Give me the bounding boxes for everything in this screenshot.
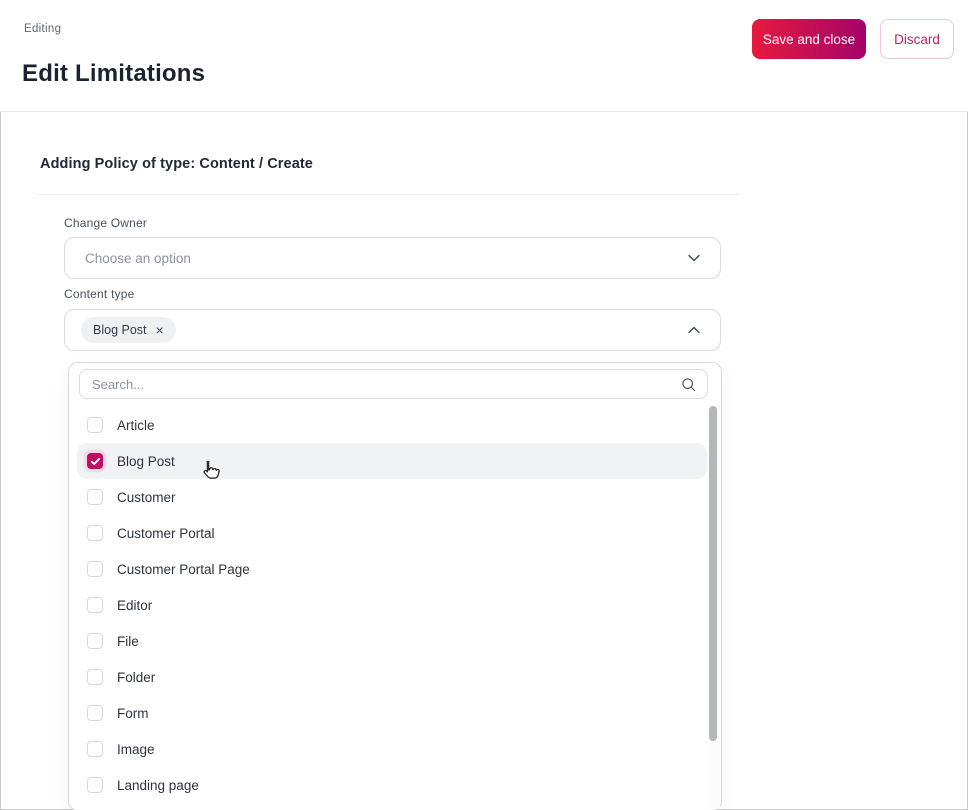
save-and-close-button[interactable]: Save and close <box>752 19 866 59</box>
change-owner-label: Change Owner <box>64 216 148 230</box>
option-checkbox[interactable] <box>87 453 103 469</box>
page-header: Editing Edit Limitations Save and close … <box>0 0 968 112</box>
content-type-label: Content type <box>64 287 135 301</box>
option-checkbox[interactable] <box>87 669 103 685</box>
option-checkbox[interactable] <box>87 417 103 433</box>
option-label: Customer <box>117 489 176 505</box>
option-checkbox[interactable] <box>87 597 103 613</box>
chevron-down-icon <box>686 250 702 266</box>
breadcrumb: Editing <box>24 23 62 35</box>
list-item[interactable]: Customer Portal <box>77 515 707 551</box>
option-label: Folder <box>117 669 156 685</box>
content-type-dropdown-panel: Article Blog Post Customer Customer Port… <box>68 362 722 810</box>
list-item[interactable]: Landing page <box>77 767 707 803</box>
option-label: Editor <box>117 597 153 613</box>
list-item[interactable]: Editor <box>77 587 707 623</box>
option-label: Landing page <box>117 777 199 793</box>
option-label: Customer Portal <box>117 525 215 541</box>
list-item[interactable]: Customer Portal Page <box>77 551 707 587</box>
list-item[interactable]: Article <box>77 407 707 443</box>
scrollbar-thumb[interactable] <box>709 406 717 741</box>
section-divider <box>36 194 739 195</box>
option-checkbox[interactable] <box>87 777 103 793</box>
search-icon <box>680 376 697 393</box>
options-list: Article Blog Post Customer Customer Port… <box>77 407 707 803</box>
option-checkbox[interactable] <box>87 705 103 721</box>
option-checkbox[interactable] <box>87 489 103 505</box>
scrollbar-track[interactable] <box>707 405 720 809</box>
list-item[interactable]: Customer <box>77 479 707 515</box>
section-title: Adding Policy of type: Content / Create <box>40 156 313 172</box>
option-label: Form <box>117 705 149 721</box>
change-owner-placeholder: Choose an option <box>85 250 191 266</box>
option-label: Article <box>117 417 155 433</box>
chevron-up-icon <box>686 322 702 338</box>
option-label: File <box>117 633 139 649</box>
search-box <box>79 369 708 399</box>
option-label: Blog Post <box>117 453 175 469</box>
option-checkbox[interactable] <box>87 741 103 757</box>
option-label: Customer Portal Page <box>117 561 250 577</box>
content-type-multiselect[interactable]: Blog Post × <box>64 309 721 351</box>
chip-label: Blog Post <box>93 323 147 337</box>
list-item[interactable]: Image <box>77 731 707 767</box>
option-checkbox[interactable] <box>87 633 103 649</box>
list-item[interactable]: Form <box>77 695 707 731</box>
change-owner-select[interactable]: Choose an option <box>64 237 721 279</box>
option-checkbox[interactable] <box>87 561 103 577</box>
discard-button[interactable]: Discard <box>880 19 954 59</box>
list-item[interactable]: Blog Post <box>77 443 707 479</box>
chip-remove-icon[interactable]: × <box>156 323 164 337</box>
selected-chip-blog-post: Blog Post × <box>81 317 176 343</box>
page-title: Edit Limitations <box>22 60 206 87</box>
list-item[interactable]: Folder <box>77 659 707 695</box>
edit-limitations-page: Editing Edit Limitations Save and close … <box>0 0 968 810</box>
search-input[interactable] <box>92 376 680 392</box>
option-checkbox[interactable] <box>87 525 103 541</box>
option-label: Image <box>117 741 155 757</box>
list-item[interactable]: File <box>77 623 707 659</box>
